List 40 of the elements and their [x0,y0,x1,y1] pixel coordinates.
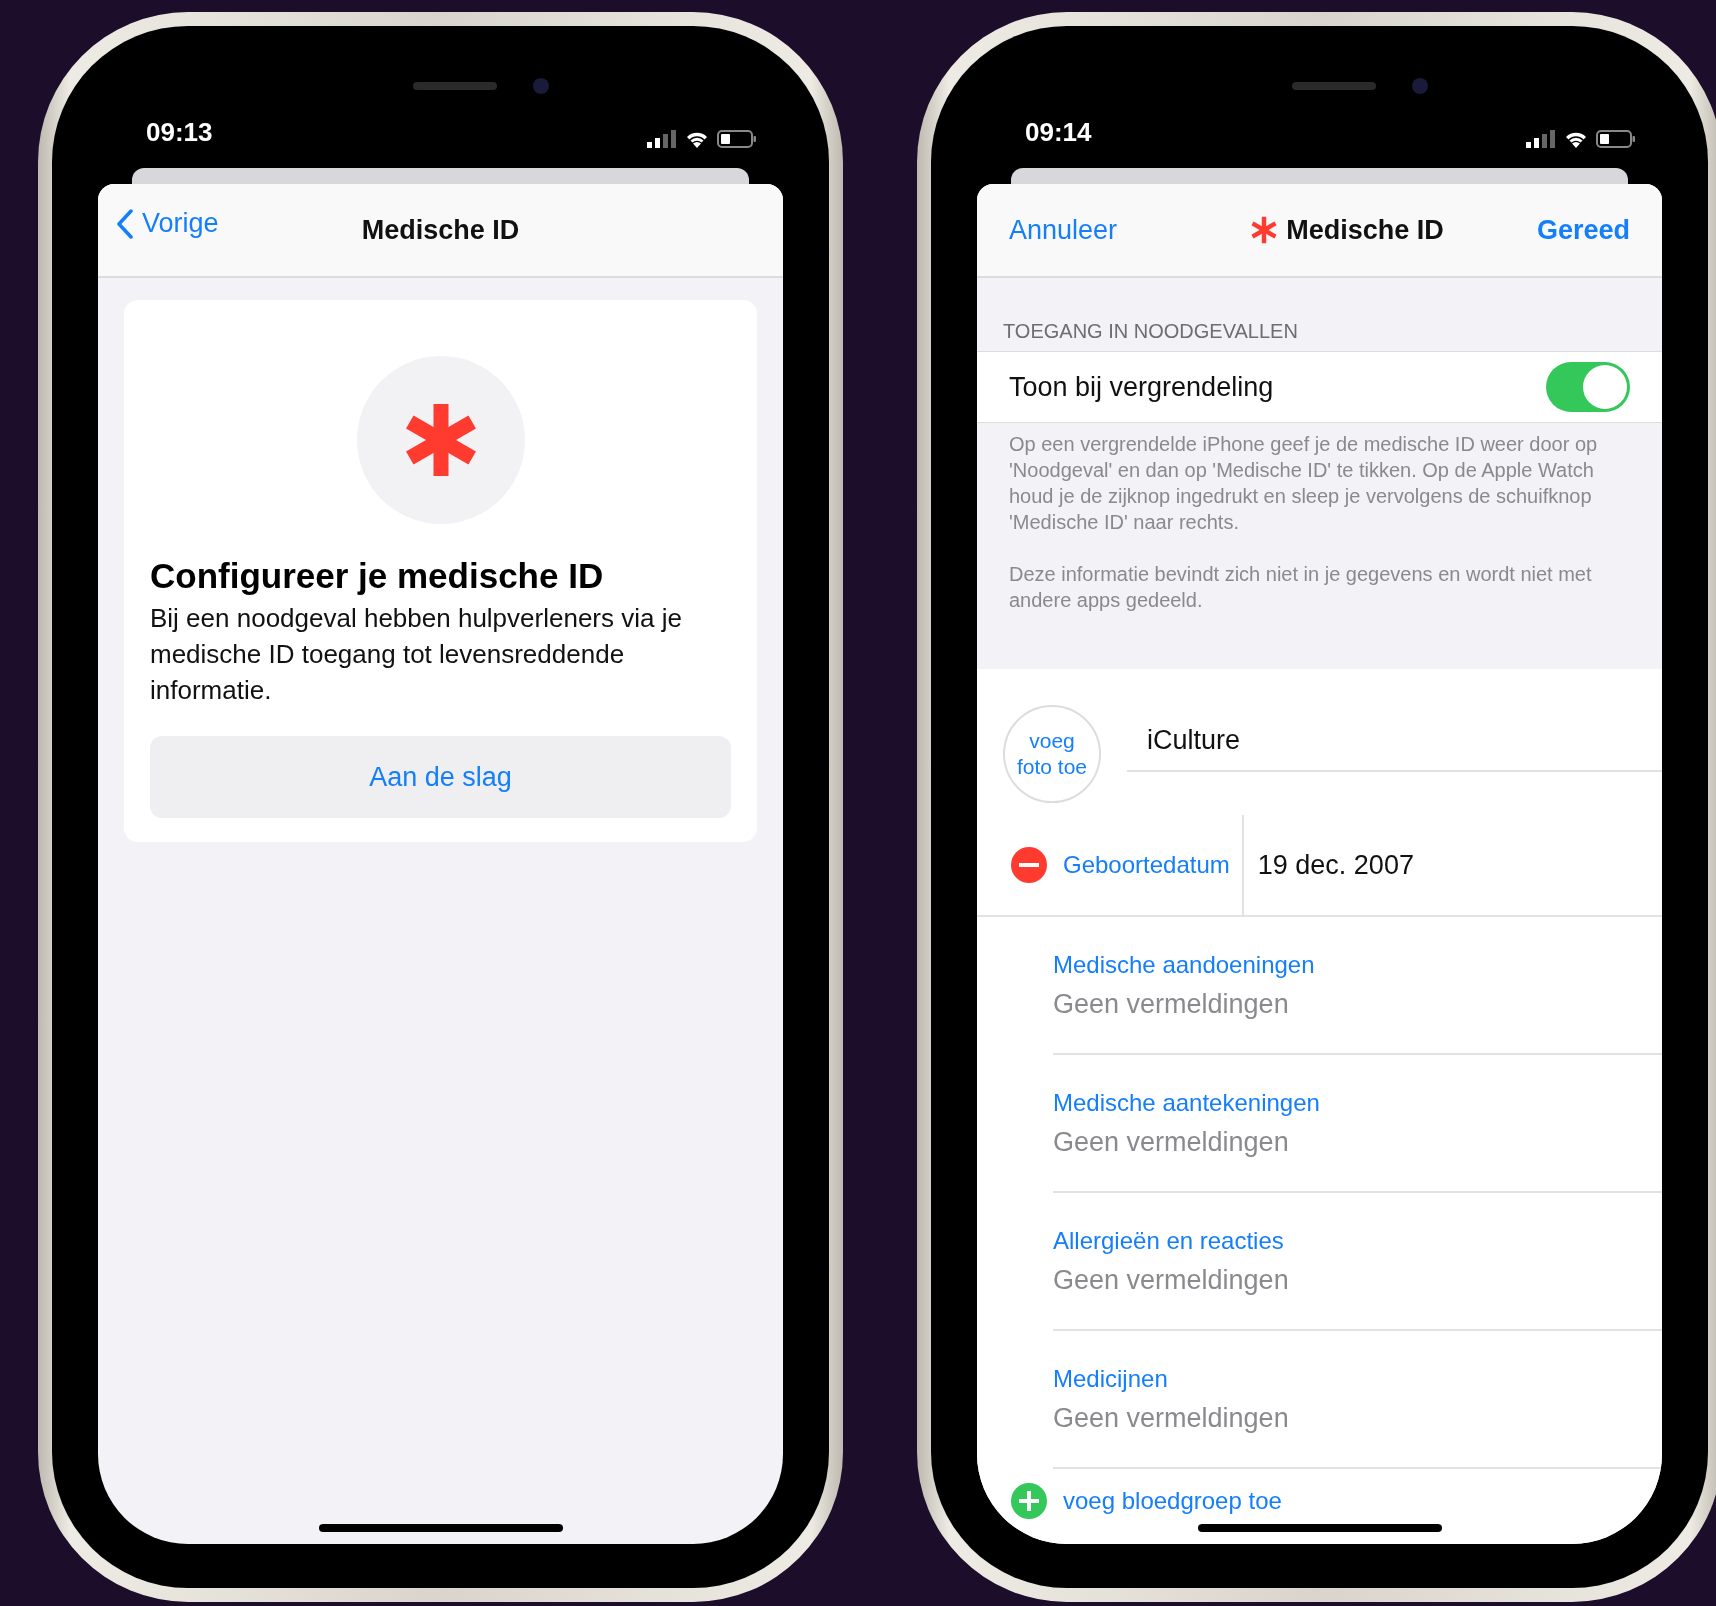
field-label[interactable]: Allergieën en reacties [1053,1226,1662,1255]
card-heading: Configureer je medische ID [150,556,605,596]
battery-icon [717,130,757,148]
field-label[interactable]: Medicijnen [1053,1364,1662,1393]
wifi-icon [1564,130,1588,148]
field-value: Geen vermeldingen [1053,1402,1290,1434]
signal-icon [647,130,677,148]
cancel-button[interactable]: Annuleer [1009,214,1118,246]
add-photo-button[interactable]: voeg foto toe [1003,705,1101,803]
camera-drawing [532,78,549,94]
asterisk-icon [1250,216,1279,244]
field-value: Geen vermeldingen [1053,1126,1290,1158]
nav-title: Medische ID [361,214,520,246]
footer-text: Deze informatie bevindt zich niet in je gegevens en wordt niet met andere apps gedeeld. [1009,562,1593,613]
signal-icon [1526,130,1556,148]
field-value: Geen vermeldingen [1053,1264,1290,1296]
back-chevron-icon[interactable] [116,208,134,239]
birthdate-value[interactable]: 19 dec. 2007 [1257,849,1414,881]
battery-icon [1596,130,1636,148]
add-blood-type-link[interactable]: voeg bloedgroep toe [1063,1487,1282,1515]
toggle-switch[interactable] [1546,362,1630,412]
add-icon[interactable] [1011,1483,1047,1519]
wifi-icon [685,130,709,148]
name-field[interactable]: iCulture [1127,716,1662,772]
camera-drawing [1411,78,1428,94]
field-label[interactable]: Geboortedatum [1063,815,1244,915]
start-button[interactable]: Aan de slag [150,736,731,818]
footer-text: Op een vergrendelde iPhone geef je de medische ID weer door op 'Noodgeval' en dan op 'Medische ID' te tikken. Op de Apple Watch houd je de zijknop ingedrukt en sleep je vervolgens de schuifknop 'Medische ID' naar rechts. [1009,432,1599,535]
section-header: TOEGANG IN NOODGEVALLEN [1002,319,1299,344]
field-value: Geen vermeldingen [1053,988,1290,1020]
done-button[interactable]: Gereed [1536,214,1630,246]
toggle-label: Toon bij vergrendeling [1009,371,1274,403]
nav-title: Medische ID [1286,214,1444,246]
field-label[interactable]: Medische aandoeningen [1053,950,1662,979]
back-button[interactable]: Vorige [116,208,219,239]
status-time: 09:13 [146,117,213,148]
remove-icon[interactable] [1011,847,1047,883]
status-time: 09:14 [1025,117,1092,148]
card-description: Bij een noodgeval hebben hulpverleners via je medische ID toegang tot levensreddende informatie. [150,602,683,707]
field-label[interactable]: Medische aantekeningen [1053,1088,1662,1117]
